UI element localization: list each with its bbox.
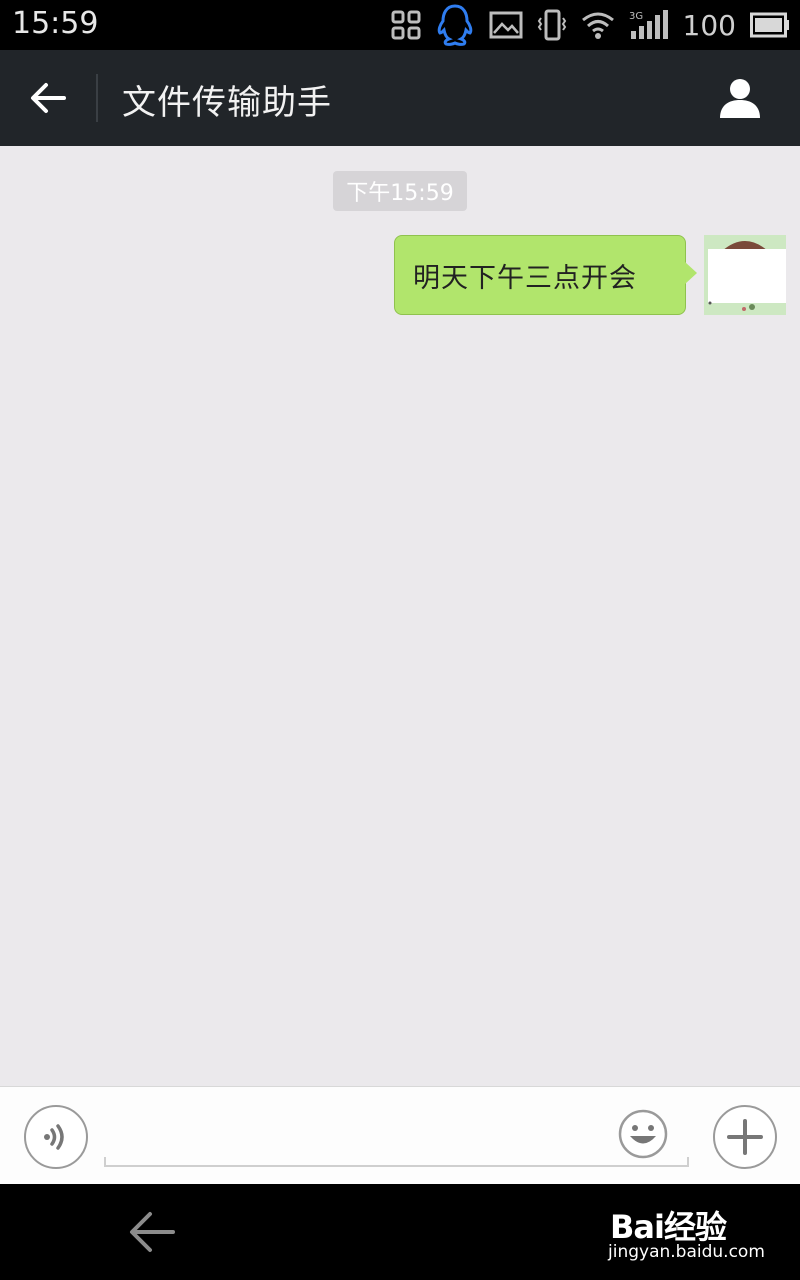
system-back-button[interactable] [126, 1208, 178, 1256]
arrow-left-icon [31, 83, 66, 113]
scan-icon [391, 10, 421, 40]
qq-penguin-icon [437, 4, 472, 46]
image-icon [489, 11, 523, 39]
chat-title: 文件传输助手 [122, 83, 332, 123]
smiley-icon [618, 1109, 668, 1159]
message-timestamp: 下午15:59 [333, 171, 467, 211]
network-type: 3G [629, 11, 643, 22]
sent-message-bubble[interactable]: 明天下午三点开会 [394, 235, 686, 315]
chat-header: 文件传输助手 [0, 50, 800, 146]
status-icons: 3G 100 [391, 0, 790, 50]
voice-button[interactable] [24, 1105, 88, 1169]
chat-info-button[interactable] [716, 74, 764, 122]
vibrate-icon [537, 9, 566, 41]
emoji-button[interactable] [618, 1109, 668, 1159]
my-avatar[interactable] [704, 235, 786, 315]
input-bar [0, 1086, 800, 1184]
message-input[interactable] [104, 1107, 689, 1167]
avatar-image [704, 235, 786, 315]
input-underline-edge [104, 1157, 106, 1167]
chat-message-area[interactable]: 下午15:59 明天下午三点开会 [0, 146, 800, 1086]
watermark: Bai经验 jingyan.baidu.com [608, 1192, 765, 1272]
voice-icon [44, 1124, 64, 1150]
wifi-icon [581, 12, 614, 39]
more-options-button[interactable] [713, 1105, 777, 1169]
plus-icon [727, 1119, 763, 1155]
status-bar: 15:59 3G 100 [0, 0, 800, 50]
signal-icon: 3G [629, 10, 668, 39]
input-underline-edge [687, 1157, 689, 1167]
arrow-left-icon [130, 1212, 175, 1252]
bubble-tail [685, 262, 697, 284]
battery-icon [750, 12, 789, 38]
system-nav-bar: Bai经验 jingyan.baidu.com [0, 1184, 800, 1280]
person-icon [720, 79, 760, 118]
status-time: 15:59 [12, 6, 99, 41]
watermark-url: jingyan.baidu.com [608, 1242, 765, 1262]
header-divider [96, 74, 98, 122]
battery-percent: 100 [682, 8, 736, 42]
back-button[interactable] [22, 72, 74, 124]
